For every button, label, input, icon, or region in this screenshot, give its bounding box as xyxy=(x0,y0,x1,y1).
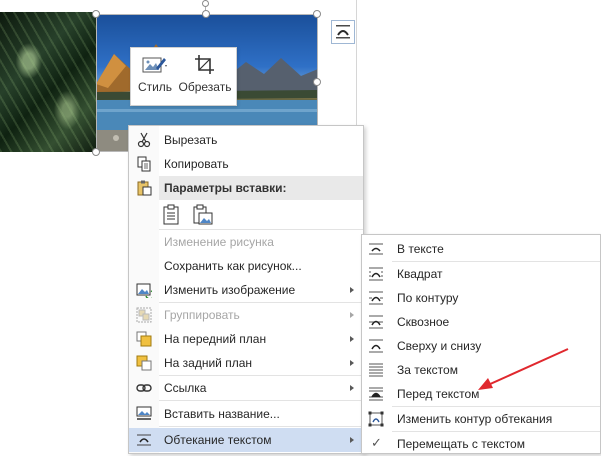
menu-item-label: Вставить название... xyxy=(164,407,280,421)
submenu-item-label: По контуру xyxy=(397,291,459,305)
submenu-item-inline[interactable]: В тексте xyxy=(362,237,600,261)
submenu-item-edit-wrap-points[interactable]: Изменить контур обтекания xyxy=(362,407,600,431)
wrap-text-submenu: В тексте Квадрат По контуру Сквозное Све… xyxy=(361,234,601,454)
wrap-front-icon xyxy=(369,387,383,401)
menu-item-label: Ссылка xyxy=(164,381,207,395)
menu-item-label: Обтекание текстом xyxy=(164,433,272,447)
submenu-item-tight[interactable]: По контуру xyxy=(362,286,600,310)
submenu-item-label: Изменить контур обтекания xyxy=(397,412,553,426)
layout-options-icon xyxy=(336,25,350,39)
menu-item-label: Вырезать xyxy=(164,133,218,147)
submenu-item-label: Сверху и снизу xyxy=(397,339,482,353)
submenu-arrow-icon xyxy=(350,312,354,318)
menu-item-bring-forward[interactable]: На передний план xyxy=(129,327,363,351)
menu-item-change-picture[interactable]: Изменить изображение xyxy=(129,278,363,302)
bring-forward-icon xyxy=(136,331,152,347)
menu-item-group[interactable]: Группировать xyxy=(129,303,363,327)
submenu-item-label: Квадрат xyxy=(397,267,443,281)
menu-item-label: Изменение рисунка xyxy=(164,235,274,249)
rotate-handle[interactable] xyxy=(202,0,209,7)
resize-handle-bottom-left[interactable] xyxy=(92,148,100,156)
wrap-behind-icon xyxy=(369,363,383,377)
style-button[interactable]: Стиль xyxy=(137,52,173,102)
menu-item-label: Параметры вставки: xyxy=(164,181,287,195)
menu-separator xyxy=(159,426,363,427)
scissors-icon xyxy=(137,132,151,148)
layout-options-button[interactable] xyxy=(331,20,355,44)
crop-icon xyxy=(195,55,214,74)
send-backward-icon xyxy=(136,355,152,371)
style-label: Стиль xyxy=(137,80,173,94)
submenu-item-label: В тексте xyxy=(397,242,444,256)
menu-separator xyxy=(159,400,363,401)
menu-item-label: На передний план xyxy=(164,332,267,346)
menu-item-label: Копировать xyxy=(164,157,229,171)
annotation-arrow-icon xyxy=(478,348,569,390)
menu-item-send-backward[interactable]: На задний план xyxy=(129,351,363,375)
submenu-arrow-icon xyxy=(350,336,354,342)
paste-icon xyxy=(137,180,152,196)
wrap-top-bottom-icon xyxy=(369,339,383,353)
wrap-through-icon xyxy=(369,315,383,329)
paste-picture-icon[interactable] xyxy=(193,204,213,226)
submenu-arrow-icon xyxy=(350,437,354,443)
menu-item-copy[interactable]: Копировать xyxy=(129,152,363,176)
submenu-arrow-icon xyxy=(350,385,354,391)
change-picture-icon xyxy=(136,283,152,298)
submenu-item-move-with-text[interactable]: ✓ Перемещать с текстом xyxy=(362,432,600,456)
submenu-item-label: За текстом xyxy=(397,363,458,377)
paste-options-header: Параметры вставки: xyxy=(159,176,363,200)
copy-icon xyxy=(137,156,151,172)
edit-wrap-points-icon xyxy=(368,411,384,427)
menu-item-link[interactable]: Ссылка xyxy=(129,376,363,400)
resize-handle-top-right[interactable] xyxy=(313,10,321,18)
menu-item-insert-caption[interactable]: Вставить название... xyxy=(129,402,363,426)
menu-item-label: Группировать xyxy=(164,308,240,322)
menu-item-label: На задний план xyxy=(164,356,253,370)
menu-item-edit-picture[interactable]: Изменение рисунка xyxy=(129,230,363,254)
crop-button[interactable]: Обрезать xyxy=(177,52,233,102)
paste-keep-formatting-icon[interactable] xyxy=(162,204,182,226)
submenu-item-label: Сквозное xyxy=(397,315,450,329)
picture-left xyxy=(0,12,96,152)
wrap-square-icon xyxy=(369,267,383,281)
wrap-text-icon xyxy=(137,434,151,446)
wrap-inline-icon xyxy=(369,243,383,255)
submenu-item-square[interactable]: Квадрат xyxy=(362,262,600,286)
wrap-tight-icon xyxy=(369,291,383,305)
picture-style-icon xyxy=(142,57,167,73)
menu-item-wrap-text[interactable]: Обтекание текстом xyxy=(129,428,363,452)
resize-handle-top[interactable] xyxy=(202,10,210,18)
menu-item-cut[interactable]: Вырезать xyxy=(129,128,363,152)
menu-item-save-as-picture[interactable]: Сохранить как рисунок... xyxy=(129,254,363,278)
crop-label: Обрезать xyxy=(178,80,232,94)
checkmark-icon: ✓ xyxy=(371,435,382,450)
menu-item-label: Сохранить как рисунок... xyxy=(164,259,302,273)
group-icon xyxy=(136,307,152,323)
menu-item-label: Изменить изображение xyxy=(164,283,296,297)
submenu-item-label: Перемещать с текстом xyxy=(397,437,525,451)
resize-handle-right[interactable] xyxy=(313,78,321,86)
link-icon xyxy=(136,384,152,392)
submenu-arrow-icon xyxy=(350,360,354,366)
insert-caption-icon xyxy=(136,406,152,420)
resize-handle-top-left[interactable] xyxy=(92,10,100,18)
submenu-item-through[interactable]: Сквозное xyxy=(362,310,600,334)
submenu-arrow-icon xyxy=(350,287,354,293)
mini-toolbar: Стиль Обрезать xyxy=(130,47,237,106)
context-menu: Вырезать Копировать Параметры вставки: И… xyxy=(128,125,364,454)
submenu-item-label: Перед текстом xyxy=(397,387,480,401)
